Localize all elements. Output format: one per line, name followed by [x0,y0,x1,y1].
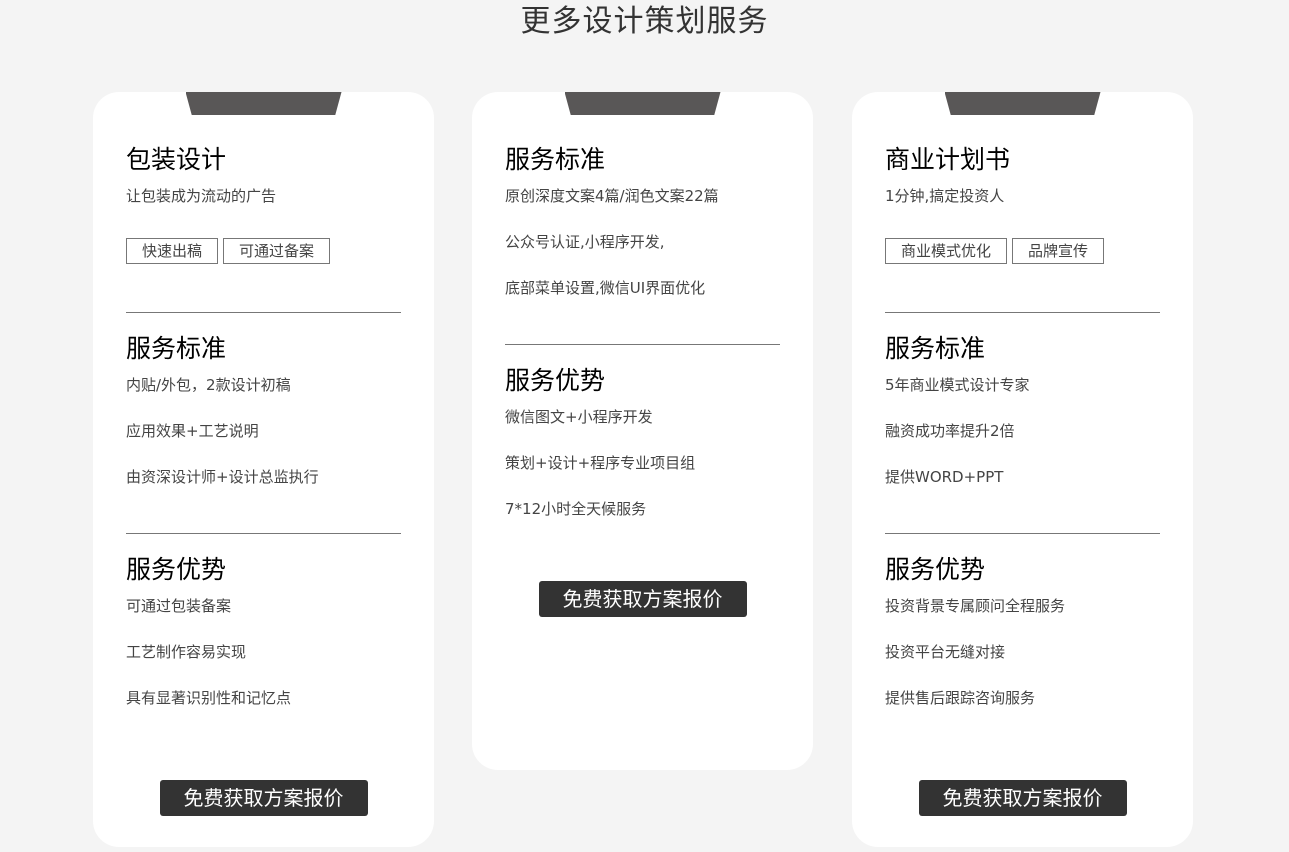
section-title-advantage: 服务优势 [505,366,606,395]
service-card-packaging: 包装设计 让包装成为流动的广告 快速出稿 可通过备案 服务标准 内贴/外包，2款… [93,92,434,847]
card-subtitle: 1分钟,搞定投资人 [885,187,1005,205]
service-card-wechat: 服务标准 原创深度文案4篇/润色文案22篇 公众号认证,小程序开发, 底部菜单设… [472,92,813,770]
card-subtitle: 让包装成为流动的广告 [126,187,277,205]
list-item: 投资平台无缝对接 [885,643,1006,661]
tag-filing: 可通过备案 [223,238,331,264]
tag-list: 快速出稿 可通过备案 [126,238,401,266]
list-item: 具有显著识别性和记忆点 [126,689,292,707]
list-item: 提供售后跟踪咨询服务 [885,689,1036,707]
section-title-advantage: 服务优势 [885,555,986,584]
divider [126,533,401,534]
list-item: 应用效果+工艺说明 [126,422,259,440]
list-item: 提供WORD+PPT [885,468,1004,486]
get-quote-button[interactable]: 免费获取方案报价 [918,780,1127,816]
get-quote-button[interactable]: 免费获取方案报价 [538,581,747,617]
list-item: 微信图文+小程序开发 [505,408,653,426]
service-card-business-plan: 商业计划书 1分钟,搞定投资人 商业模式优化 品牌宣传 服务标准 5年商业模式设… [852,92,1193,847]
tag-fast-draft: 快速出稿 [126,238,219,264]
tag-branding: 品牌宣传 [1012,238,1105,264]
list-item: 原创深度文案4篇/润色文案22篇 [505,187,719,205]
list-item: 5年商业模式设计专家 [885,376,1030,394]
tag-list: 商业模式优化 品牌宣传 [885,238,1160,266]
divider [885,312,1160,313]
list-item: 投资背景专属顾问全程服务 [885,597,1066,615]
section-title-standard: 服务标准 [126,334,227,363]
card-title: 包装设计 [126,145,227,174]
card-title: 商业计划书 [885,145,1011,174]
divider [126,312,401,313]
section-title-standard: 服务标准 [505,145,606,174]
section-title-standard: 服务标准 [885,334,986,363]
tag-business-model: 商业模式优化 [885,238,1008,264]
card-notch [944,92,1101,115]
get-quote-button[interactable]: 免费获取方案报价 [159,780,368,816]
card-notch [185,92,342,115]
list-item: 工艺制作容易实现 [126,643,247,661]
list-item: 可通过包装备案 [126,597,232,615]
page-title: 更多设计策划服务 [520,4,769,39]
divider [885,533,1160,534]
card-notch [564,92,721,115]
section-title-advantage: 服务优势 [126,555,227,584]
list-item: 融资成功率提升2倍 [885,422,1015,440]
divider [505,344,780,345]
list-item: 公众号认证,小程序开发, [505,233,665,251]
list-item: 底部菜单设置,微信UI界面优化 [505,279,706,297]
list-item: 策划+设计+程序专业项目组 [505,454,696,472]
list-item: 内贴/外包，2款设计初稿 [126,376,291,394]
list-item: 7*12小时全天候服务 [505,500,647,518]
list-item: 由资深设计师+设计总监执行 [126,468,319,486]
